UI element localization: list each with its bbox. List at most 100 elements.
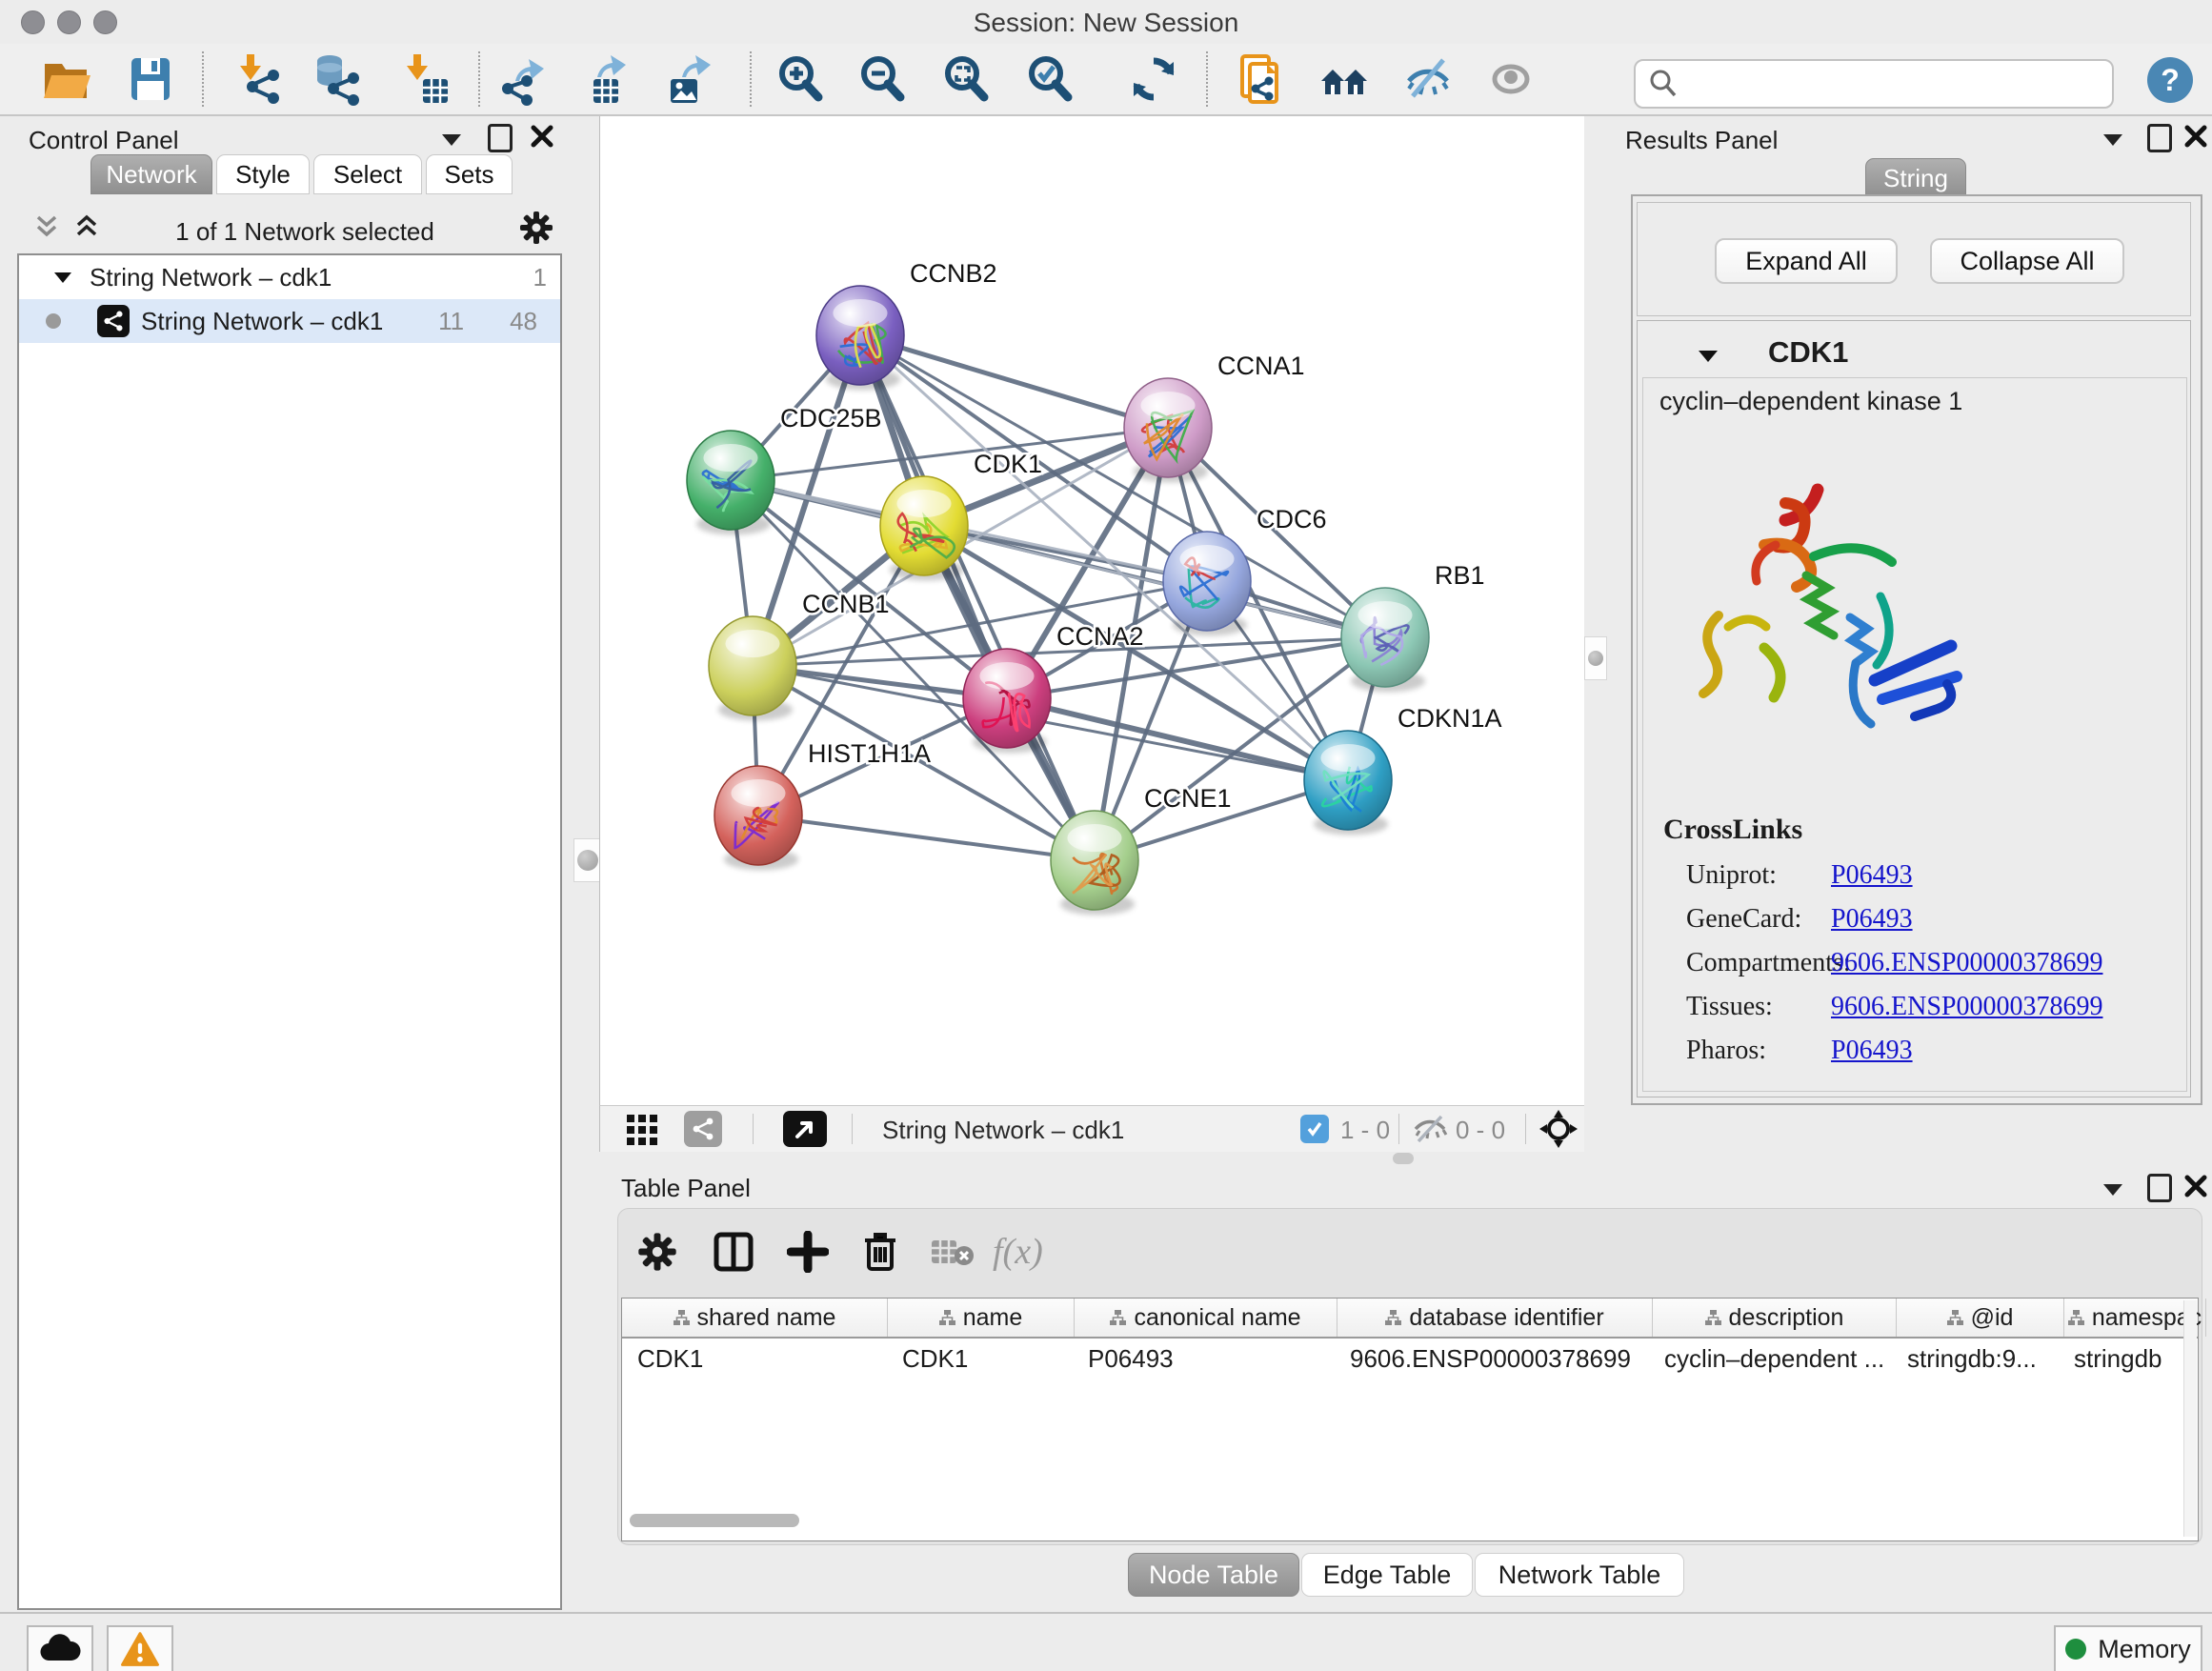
tab-sets[interactable]: Sets xyxy=(426,154,513,194)
zoom-out-icon[interactable] xyxy=(855,52,909,106)
network-tree-root-row[interactable]: String Network – cdk1 1 xyxy=(19,255,560,299)
table-panel-menu-icon[interactable] xyxy=(2101,1181,2124,1198)
crosslink-value-link[interactable]: P06493 xyxy=(1831,1036,1913,1066)
import-network-icon[interactable] xyxy=(231,52,285,106)
tab-network-table[interactable]: Network Table xyxy=(1475,1553,1684,1597)
network-node-RB1[interactable] xyxy=(1341,588,1429,692)
table-options-gear-icon[interactable] xyxy=(636,1231,678,1273)
cloud-status-button[interactable] xyxy=(27,1625,93,1671)
network-edge-CCNB2-CCNE1[interactable] xyxy=(860,335,1095,860)
export-image-icon[interactable] xyxy=(663,52,716,106)
search-field[interactable] xyxy=(1634,59,2114,109)
warnings-button[interactable] xyxy=(107,1625,173,1671)
zoom-selected-icon[interactable] xyxy=(1023,52,1076,106)
network-node-CCNB1[interactable] xyxy=(709,616,796,720)
table-cell[interactable]: stringdb xyxy=(2059,1344,2200,1374)
table-cell[interactable]: P06493 xyxy=(1073,1344,1335,1374)
tab-style[interactable]: Style xyxy=(216,154,310,194)
tab-node-table[interactable]: Node Table xyxy=(1128,1553,1299,1597)
network-edge-CCNB2-CCNA1[interactable] xyxy=(860,335,1168,428)
results-panel-float-icon[interactable] xyxy=(2147,124,2172,152)
crosslink-value-link[interactable]: 9606.ENSP00000378699 xyxy=(1831,992,2102,1022)
crosslink-value-link[interactable]: P06493 xyxy=(1831,904,1913,935)
zoom-in-icon[interactable] xyxy=(774,52,827,106)
collapse-all-chevron-icon[interactable] xyxy=(32,213,61,242)
network-node-CCNB2[interactable] xyxy=(816,286,904,390)
protein-collapse-triangle-icon[interactable] xyxy=(1698,349,1719,364)
import-network-from-database-icon[interactable] xyxy=(311,52,364,106)
memory-button[interactable]: Memory xyxy=(2054,1625,2202,1671)
string-home-icon[interactable] xyxy=(1317,52,1371,106)
network-node-CDC25B[interactable] xyxy=(687,431,774,534)
horizontal-splitter-handle[interactable] xyxy=(1393,1153,1414,1164)
import-table-icon[interactable] xyxy=(398,52,452,106)
control-panel-menu-icon[interactable] xyxy=(440,131,463,149)
help-button[interactable]: ? xyxy=(2147,57,2193,103)
delete-table-icon[interactable] xyxy=(930,1237,975,1267)
network-node-CCNA1[interactable] xyxy=(1124,378,1212,482)
refresh-icon[interactable] xyxy=(1127,52,1180,106)
function-builder-icon[interactable]: f(x) xyxy=(993,1231,1043,1273)
clipboard-import-icon[interactable] xyxy=(1233,52,1286,106)
tree-expand-triangle-icon[interactable] xyxy=(53,271,72,285)
control-panel-float-icon[interactable] xyxy=(488,124,513,152)
table-row[interactable]: CDK1CDK1P064939606.ENSP00000378699cyclin… xyxy=(622,1339,2198,1379)
table-cell[interactable]: cyclin–dependent ... xyxy=(1649,1344,1892,1374)
detach-view-icon[interactable] xyxy=(783,1111,827,1147)
column-header-canonical-name[interactable]: canonical name xyxy=(1075,1299,1337,1337)
save-session-icon[interactable] xyxy=(124,52,177,106)
column-header-database-identifier[interactable]: database identifier xyxy=(1337,1299,1653,1337)
expand-all-chevron-icon[interactable] xyxy=(72,213,101,242)
network-edge-CCNE1-HIST1H1A[interactable] xyxy=(758,815,1095,860)
export-network-icon[interactable] xyxy=(498,52,552,106)
grid-view-icon[interactable] xyxy=(627,1115,657,1145)
crosslink-value-link[interactable]: 9606.ENSP00000378699 xyxy=(1831,948,2102,978)
results-panel-menu-icon[interactable] xyxy=(2101,131,2124,149)
delete-column-icon[interactable] xyxy=(859,1229,901,1273)
table-cell[interactable]: 9606.ENSP00000378699 xyxy=(1335,1344,1649,1374)
table-cell[interactable]: stringdb:9... xyxy=(1892,1344,2059,1374)
birdseye-crosshair-icon[interactable] xyxy=(1539,1110,1578,1148)
network-view-mode-icon[interactable] xyxy=(684,1111,722,1147)
network-node-CCNA2[interactable] xyxy=(963,649,1051,753)
network-node-CDC6[interactable] xyxy=(1163,532,1251,635)
network-view-canvas[interactable]: CCNB2CCNA1CDC25BCDK1CDC6RB1CCNB1CCNA2CDK… xyxy=(599,116,1584,1105)
expand-all-button[interactable]: Expand All xyxy=(1715,238,1898,284)
network-edge-CCNA2-CDKN1A[interactable] xyxy=(1007,698,1348,780)
results-panel-close-icon[interactable] xyxy=(2183,124,2208,149)
network-node-CDK1[interactable] xyxy=(880,476,968,580)
table-cell[interactable]: CDK1 xyxy=(887,1344,1073,1374)
collapse-all-button[interactable]: Collapse All xyxy=(1930,238,2124,284)
column-header-shared-name[interactable]: shared name xyxy=(622,1299,888,1337)
show-columns-icon[interactable] xyxy=(713,1231,754,1273)
network-node-CCNE1[interactable] xyxy=(1051,811,1138,915)
column-header-name[interactable]: name xyxy=(888,1299,1075,1337)
tab-string[interactable]: String xyxy=(1865,158,1966,198)
network-node-CDKN1A[interactable] xyxy=(1304,731,1392,835)
show-all-eye-icon[interactable] xyxy=(1484,52,1538,106)
tab-select[interactable]: Select xyxy=(313,154,422,194)
tab-edge-table[interactable]: Edge Table xyxy=(1301,1553,1473,1597)
tab-network[interactable]: Network xyxy=(90,154,212,194)
hidden-elements-eye-icon[interactable] xyxy=(1412,1114,1448,1144)
column-header-description[interactable]: description xyxy=(1653,1299,1897,1337)
network-node-HIST1H1A[interactable] xyxy=(714,766,802,870)
vertical-scrollbar[interactable] xyxy=(2183,1300,2197,1537)
crosslink-value-link[interactable]: P06493 xyxy=(1831,860,1913,891)
export-table-icon[interactable] xyxy=(580,52,633,106)
table-panel-float-icon[interactable] xyxy=(2147,1174,2172,1202)
selected-checkbox-icon[interactable] xyxy=(1300,1115,1329,1143)
control-panel-close-icon[interactable] xyxy=(530,124,554,149)
left-splitter-handle[interactable] xyxy=(573,838,601,882)
table-panel-close-icon[interactable] xyxy=(2183,1174,2208,1198)
network-tree-child-row[interactable]: String Network – cdk1 11 48 xyxy=(19,299,560,343)
column-header--id[interactable]: @id xyxy=(1897,1299,2064,1337)
hide-selected-eye-icon[interactable] xyxy=(1401,52,1455,106)
horizontal-scrollbar[interactable] xyxy=(630,1514,799,1527)
zoom-fit-icon[interactable] xyxy=(939,52,993,106)
add-column-icon[interactable] xyxy=(787,1231,829,1273)
open-file-icon[interactable] xyxy=(40,52,93,106)
table-cell[interactable]: CDK1 xyxy=(622,1344,887,1374)
right-splitter-handle[interactable] xyxy=(1584,636,1607,680)
network-options-gear-icon[interactable] xyxy=(518,210,554,246)
